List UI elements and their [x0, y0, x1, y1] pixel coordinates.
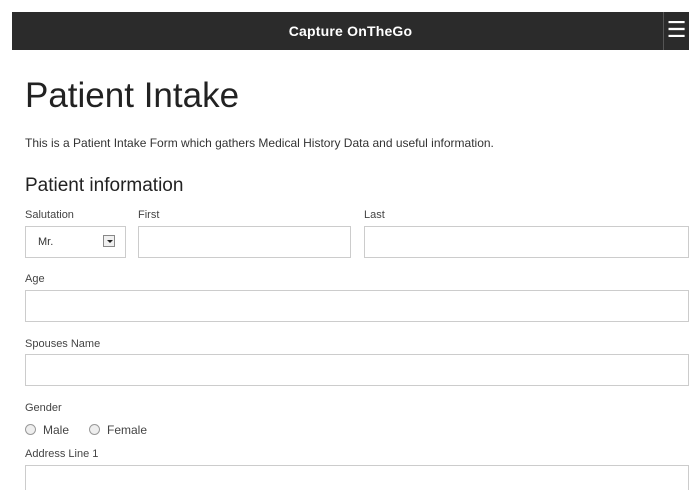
page-description: This is a Patient Intake Form which gath… — [25, 136, 494, 150]
age-label: Age — [25, 273, 45, 285]
salutation-select[interactable]: Mr. — [25, 226, 126, 258]
section-title: Patient information — [25, 175, 184, 196]
address-line-1-label: Address Line 1 — [25, 448, 99, 460]
spouses-name-label: Spouses Name — [25, 338, 101, 350]
salutation-label: Salutation — [25, 209, 74, 221]
app-title: Capture OnTheGo — [288, 23, 413, 39]
first-name-input[interactable] — [138, 226, 351, 258]
age-input[interactable] — [25, 290, 689, 322]
gender-option-label: Female — [107, 423, 148, 437]
salutation-value: Mr. — [38, 236, 54, 248]
hamburger-menu-icon: ☰ — [666, 17, 687, 42]
spouses-name-input[interactable] — [25, 354, 689, 386]
gender-label: Gender — [25, 402, 62, 414]
radio-button-icon — [25, 424, 36, 435]
app-header: Capture OnTheGo ☰ — [12, 12, 689, 50]
last-name-input[interactable] — [364, 226, 689, 258]
gender-option-label: Male — [43, 423, 70, 437]
address-line-1-input[interactable] — [25, 465, 689, 490]
first-name-label: First — [138, 209, 160, 221]
radio-button-icon — [89, 424, 100, 435]
dropdown-arrow-icon — [103, 235, 115, 247]
last-name-label: Last — [364, 209, 385, 221]
page-title: Patient Intake — [25, 76, 240, 115]
menu-button[interactable]: ☰ — [663, 12, 689, 50]
